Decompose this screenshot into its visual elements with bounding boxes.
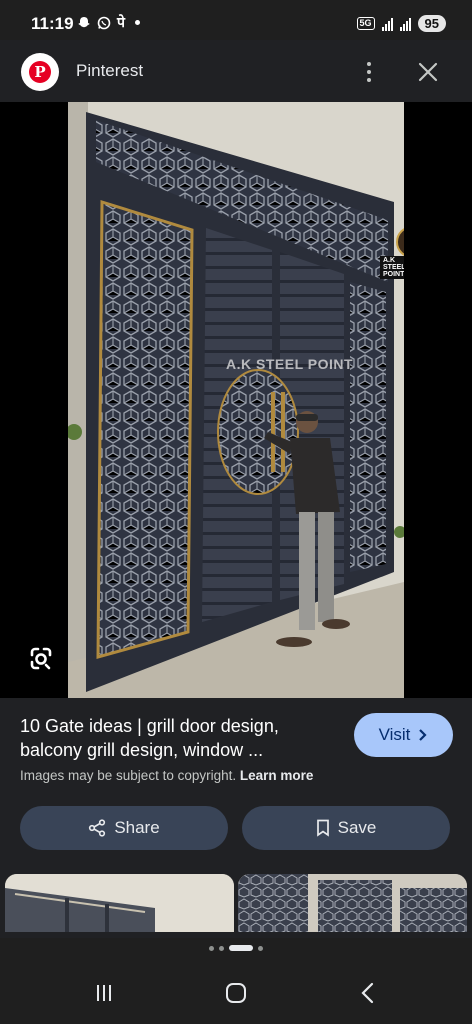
- pinterest-logo: P: [21, 53, 59, 91]
- recent-apps-icon: [97, 985, 111, 1001]
- bookmark-icon: [316, 819, 329, 837]
- battery-indicator: 95: [417, 15, 446, 32]
- chevron-right-icon: [419, 729, 427, 741]
- related-image-2-preview: [238, 874, 467, 932]
- copyright-notice: Images may be subject to copyright. Lear…: [20, 768, 313, 783]
- carousel-dot: [219, 945, 224, 951]
- recent-apps-button[interactable]: [89, 978, 119, 1008]
- close-icon: [418, 62, 438, 82]
- result-title[interactable]: 10 Gate ideas | grill door design, balco…: [20, 714, 338, 762]
- gate-illustration: [68, 102, 404, 698]
- copyright-text: Images may be subject to copyright.: [20, 768, 237, 783]
- gate-photo[interactable]: A.K STEEL POINT A.K STEEL POINT: [68, 102, 404, 698]
- share-icon: [89, 819, 106, 837]
- carousel-dot-active: [229, 945, 253, 951]
- more-options-button[interactable]: [357, 58, 381, 86]
- related-image-2[interactable]: [238, 874, 467, 932]
- lens-result-header: P Pinterest: [0, 40, 472, 102]
- carousel-dot: [209, 945, 214, 951]
- snapchat-icon: [78, 16, 90, 27]
- share-button[interactable]: Share: [20, 806, 228, 850]
- home-icon: [226, 983, 246, 1003]
- pinterest-logo-icon: P: [29, 61, 51, 83]
- google-lens-button[interactable]: [26, 644, 56, 674]
- save-button-label: Save: [337, 818, 377, 837]
- share-button-label: Share: [114, 818, 160, 837]
- visit-button[interactable]: Visit: [354, 713, 453, 757]
- more-vert-icon: [367, 62, 371, 66]
- payment-app-icon: पे: [117, 15, 125, 31]
- visit-button-label: Visit: [378, 725, 411, 744]
- related-image-1[interactable]: [5, 874, 234, 932]
- related-images-strip: [0, 874, 472, 932]
- signal-icon-1: [381, 17, 393, 31]
- related-image-1-preview: [5, 874, 234, 932]
- google-lens-icon: [30, 647, 52, 670]
- source-site-name: Pinterest: [76, 61, 144, 80]
- brand-logo-label: A.K STEEL POINT: [380, 256, 404, 279]
- whatsapp-icon: [97, 16, 111, 29]
- more-notifications-dot: [134, 20, 140, 25]
- system-navigation-bar: [0, 958, 472, 1024]
- notification-icons: पे: [77, 13, 140, 32]
- back-button[interactable]: [353, 978, 383, 1008]
- save-button[interactable]: Save: [242, 806, 450, 850]
- status-time: 11:19: [31, 14, 74, 33]
- carousel-indicator: [0, 940, 472, 956]
- carousel-dot: [258, 945, 263, 951]
- signal-icon-2: [399, 17, 411, 31]
- learn-more-link[interactable]: Learn more: [240, 768, 314, 783]
- network-5g-badge: 5G: [356, 17, 375, 30]
- image-watermark: A.K STEEL POINT: [226, 356, 354, 372]
- result-image-area[interactable]: A.K STEEL POINT A.K STEEL POINT: [0, 102, 472, 698]
- close-button[interactable]: [414, 58, 442, 86]
- back-icon: [361, 982, 374, 1004]
- home-button[interactable]: [221, 978, 251, 1008]
